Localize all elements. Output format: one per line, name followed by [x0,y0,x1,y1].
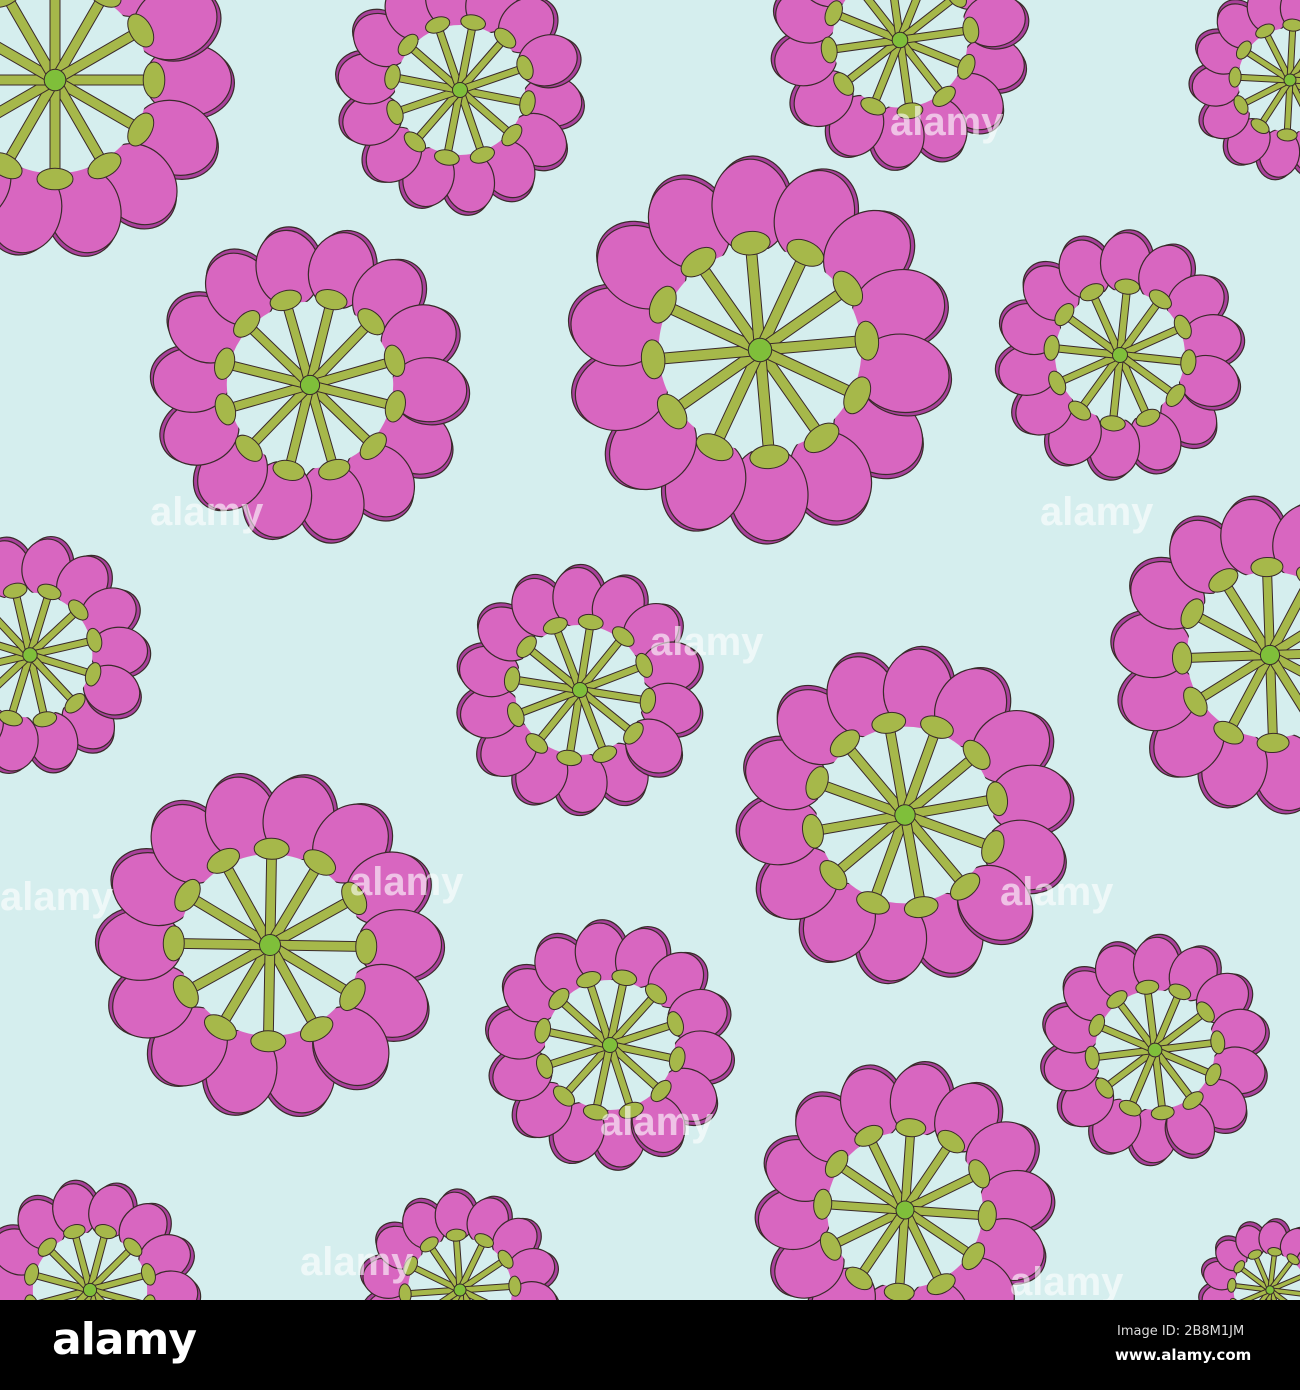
floral-pattern-artwork [0,0,1300,1390]
flower [1040,933,1270,1167]
flower [149,226,471,544]
flower [94,772,446,1118]
flower [485,919,735,1171]
flower-core [22,647,38,663]
image-id-label: Image ID: 2B8M1JM [1117,1324,1245,1339]
flower [735,645,1075,985]
flower-core [299,374,321,396]
flower [994,229,1246,481]
flower-core [453,1283,467,1297]
alamy-logo: alamy [52,1314,197,1365]
site-url-link[interactable]: www.alamy.com [1115,1346,1251,1364]
sepal [162,925,185,962]
sepal [250,1030,287,1053]
flower [1110,495,1300,815]
flower-core [259,934,281,956]
flower-core [452,82,468,98]
flower [0,1179,202,1390]
flower-core [1259,644,1281,666]
flower-core [895,1200,915,1220]
flower [335,0,585,216]
flower-core [1283,73,1297,87]
sepal [142,61,166,99]
flower [754,1061,1056,1359]
flower-core [602,1037,618,1053]
flower-core [1112,347,1128,363]
flower-core [891,31,909,49]
flower [0,0,236,257]
flower-core [747,337,773,363]
flower [1198,1218,1300,1362]
stem [263,940,275,1046]
flower [456,563,704,817]
flower-core [572,682,588,698]
flower-core [43,68,67,92]
flower-core [1265,1285,1275,1295]
stock-footer-bar: alamy Image ID: 2B8M1JM www.alamy.com [0,1300,1300,1390]
stem [265,844,277,950]
flower [567,155,953,545]
sepal [253,837,290,860]
flower [770,0,1030,171]
sepal [36,167,74,191]
flower [0,536,152,774]
flower [359,1188,561,1390]
flower-pattern [0,0,1300,1390]
stem [1178,651,1274,663]
sepal [355,928,378,965]
stem [1262,563,1274,659]
stem [265,940,371,952]
flower-core [82,1282,98,1298]
stem [169,938,275,950]
flower-core [1147,1042,1163,1058]
flower [1188,0,1300,181]
flower-core [894,804,916,826]
